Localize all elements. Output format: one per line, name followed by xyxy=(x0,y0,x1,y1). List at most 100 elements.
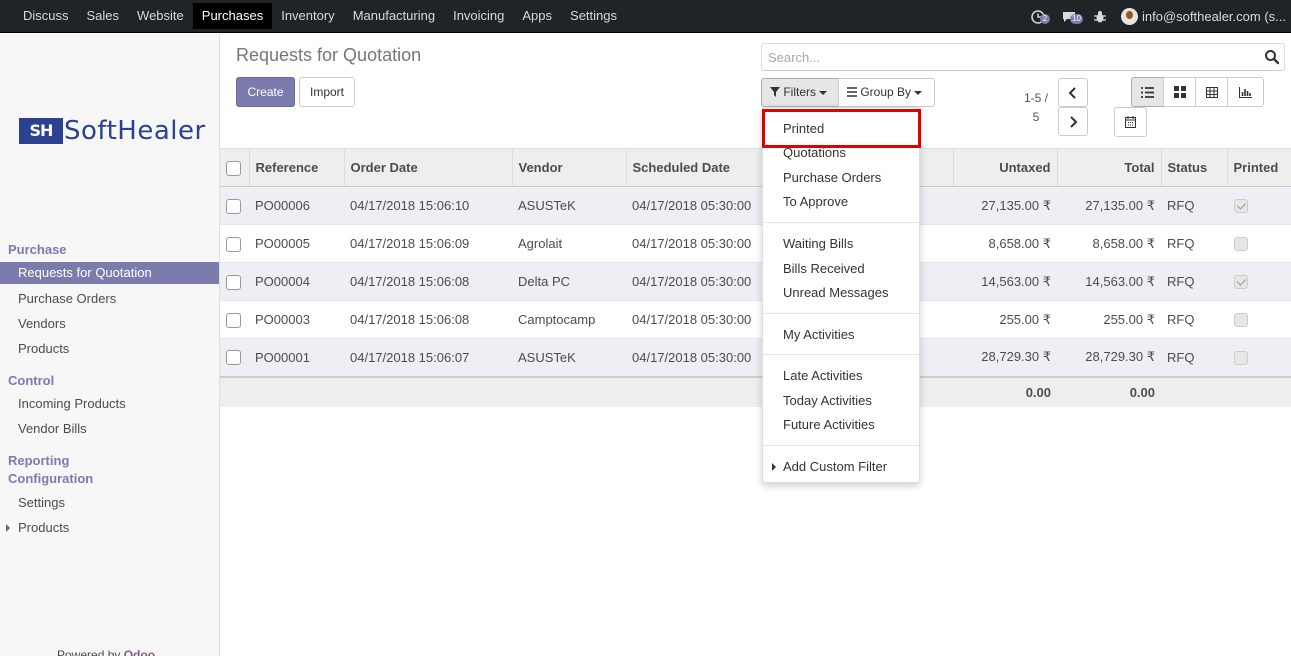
table-row[interactable]: PO00003 04/17/2018 15:06:08 Camptocamp 0… xyxy=(220,300,1291,339)
filter-my-activities[interactable]: My Activities xyxy=(783,327,855,342)
pivot-view-button[interactable] xyxy=(1195,77,1228,107)
calendar-icon xyxy=(1125,116,1136,128)
table-row[interactable]: PO00005 04/17/2018 15:06:09 Agrolait 04/… xyxy=(220,224,1291,263)
sidebar-section-configuration[interactable]: Configuration xyxy=(8,471,93,486)
column-reference[interactable]: Reference xyxy=(248,148,344,187)
column-status[interactable]: Status xyxy=(1160,148,1227,187)
cell-status: RFQ xyxy=(1161,186,1227,225)
sidebar-section-purchase[interactable]: Purchase xyxy=(8,242,67,257)
add-custom-filter[interactable]: Add Custom Filter xyxy=(772,459,887,474)
printed-checkbox xyxy=(1234,199,1248,214)
pager-previous-button[interactable] xyxy=(1058,78,1088,107)
pager-value[interactable]: 1-5 / 5 xyxy=(1018,89,1054,127)
cell-total: 28,729.30 ₹ xyxy=(1057,338,1161,377)
cell-total: 8,658.00 ₹ xyxy=(1057,224,1161,263)
user-menu[interactable]: info@softhealer.com (s... xyxy=(1121,8,1291,25)
cell-status: RFQ xyxy=(1161,262,1227,301)
select-all-checkbox[interactable] xyxy=(226,160,241,176)
column-untaxed[interactable]: Untaxed xyxy=(952,148,1057,187)
row-checkbox[interactable] xyxy=(226,274,241,290)
dropdown-divider xyxy=(763,222,919,223)
sidebar-item-requests-for-quotation[interactable]: Requests for Quotation xyxy=(0,262,219,284)
group-by-button[interactable]: Group By xyxy=(838,78,935,107)
graph-view-button[interactable] xyxy=(1227,77,1264,107)
sidebar-section-control[interactable]: Control xyxy=(8,373,54,388)
powered-by: Powered by Odoo xyxy=(57,648,155,656)
filter-future-activities[interactable]: Future Activities xyxy=(783,417,875,432)
sidebar-item-purchase-orders[interactable]: Purchase Orders xyxy=(0,288,219,310)
menu-website[interactable]: Website xyxy=(128,3,193,29)
row-checkbox[interactable] xyxy=(226,350,241,366)
caret-down-icon xyxy=(914,90,923,95)
menu-inventory[interactable]: Inventory xyxy=(272,3,343,29)
filter-waiting-bills[interactable]: Waiting Bills xyxy=(783,236,853,251)
dropdown-divider xyxy=(763,313,919,314)
sidebar-item-vendors[interactable]: Vendors xyxy=(0,313,219,335)
kanban-view-button[interactable] xyxy=(1163,77,1196,107)
column-order-date[interactable]: Order Date xyxy=(343,148,512,187)
column-vendor[interactable]: Vendor xyxy=(511,148,626,187)
filter-to-approve[interactable]: To Approve xyxy=(783,194,848,209)
footer-empty xyxy=(512,375,626,407)
filter-bills-received[interactable]: Bills Received xyxy=(783,261,865,276)
pager-total: 5 xyxy=(1032,110,1040,124)
list-view-button[interactable] xyxy=(1131,77,1164,107)
filter-late-activities[interactable]: Late Activities xyxy=(783,368,863,383)
sidebar-item-products[interactable]: Products xyxy=(0,338,219,360)
create-button[interactable]: Create xyxy=(236,77,295,107)
table-row[interactable]: PO00006 04/17/2018 15:06:10 ASUSTeK 04/1… xyxy=(220,186,1291,225)
menu-purchases[interactable]: Purchases xyxy=(192,3,273,29)
import-button[interactable]: Import xyxy=(299,77,355,107)
user-email: info@softhealer.com (s... xyxy=(1142,9,1286,24)
table-row[interactable]: PO00001 04/17/2018 15:06:07 ASUSTeK 04/1… xyxy=(220,338,1291,377)
menu-sales[interactable]: Sales xyxy=(78,3,129,29)
row-checkbox[interactable] xyxy=(226,236,241,252)
cell-vendor: ASUSTeK xyxy=(512,338,626,377)
filters-button[interactable]: Filters xyxy=(761,78,839,107)
caret-down-icon xyxy=(819,90,828,95)
search-icon[interactable] xyxy=(1264,49,1280,68)
cell-printed xyxy=(1227,224,1291,263)
menu-invoicing[interactable]: Invoicing xyxy=(444,3,513,29)
sidebar-item-settings[interactable]: Settings xyxy=(0,492,219,514)
table-header: Reference Order Date Vendor Scheduled Da… xyxy=(220,148,1291,187)
app-menu: Discuss Sales Website Purchases Inventor… xyxy=(14,3,626,29)
cell-untaxed: 27,135.00 ₹ xyxy=(953,186,1057,225)
row-checkbox[interactable] xyxy=(226,198,241,214)
calendar-view-button[interactable] xyxy=(1114,107,1147,137)
activity-clock-icon[interactable]: 2 xyxy=(1031,8,1053,26)
menu-apps[interactable]: Apps xyxy=(513,3,561,29)
footer-empty xyxy=(220,375,249,407)
sidebar-item-incoming-products[interactable]: Incoming Products xyxy=(0,393,219,415)
column-total[interactable]: Total xyxy=(1056,148,1161,187)
cell-order-date: 04/17/2018 15:06:09 xyxy=(344,224,512,263)
odoo-link[interactable]: Odoo xyxy=(124,648,155,656)
debug-bug-icon[interactable] xyxy=(1091,8,1113,26)
chevron-right-icon xyxy=(1070,115,1078,128)
sidebar-item-config-products[interactable]: Products xyxy=(0,517,219,539)
cell-printed xyxy=(1227,262,1291,301)
filter-unread-messages[interactable]: Unread Messages xyxy=(783,285,889,300)
filter-purchase-orders[interactable]: Purchase Orders xyxy=(783,170,881,185)
powered-by-text: Powered by xyxy=(57,648,121,656)
company-logo: SH SoftHealer xyxy=(19,116,206,146)
row-checkbox[interactable] xyxy=(226,312,241,328)
menu-manufacturing[interactable]: Manufacturing xyxy=(344,3,444,29)
kanban-icon xyxy=(1173,86,1186,98)
bar-chart-icon xyxy=(1239,86,1252,98)
sidebar-item-vendor-bills[interactable]: Vendor Bills xyxy=(0,418,219,440)
column-printed[interactable]: Printed xyxy=(1226,148,1291,187)
filter-today-activities[interactable]: Today Activities xyxy=(783,393,872,408)
pager-next-button[interactable] xyxy=(1058,107,1088,136)
search-input[interactable]: Search... xyxy=(761,43,1285,71)
select-all-cell xyxy=(220,148,249,187)
dropdown-divider xyxy=(763,445,919,446)
bars-icon xyxy=(847,87,857,97)
messages-icon[interactable]: 10 xyxy=(1061,8,1083,26)
menu-discuss[interactable]: Discuss xyxy=(14,3,78,29)
cell-reference: PO00006 xyxy=(249,186,344,225)
cell-vendor: Agrolait xyxy=(512,224,626,263)
table-row[interactable]: PO00004 04/17/2018 15:06:08 Delta PC 04/… xyxy=(220,262,1291,301)
sidebar-section-reporting[interactable]: Reporting xyxy=(8,453,69,468)
menu-settings[interactable]: Settings xyxy=(561,3,626,29)
